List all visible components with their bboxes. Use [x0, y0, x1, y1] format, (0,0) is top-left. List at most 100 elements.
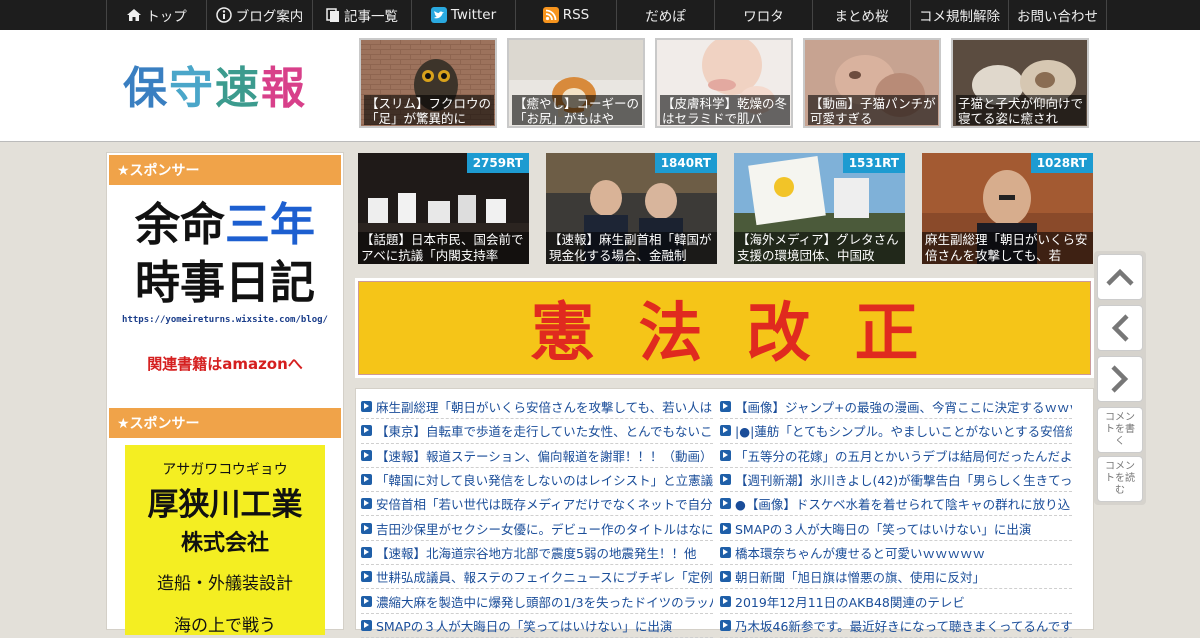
- news-list-item[interactable]: 「五等分の花嫁」の五月とかいうデブは結局何だったんだよｗ: [720, 444, 1072, 468]
- news-item-title: 世耕弘成議員、報ステのフェイクニュースにブチギレ「定例会: [376, 570, 713, 586]
- news-list-item[interactable]: 濃縮大麻を製造中に爆発し頭部の1/3を失ったドイツのラッパー: [361, 589, 713, 614]
- featured-article[interactable]: 【動画】子猫パンチが可愛すぎる: [803, 38, 941, 128]
- news-list-item[interactable]: 【東京】自転車で歩道を走行していた女性、とんでもないこと: [361, 419, 713, 444]
- rt-caption: 麻生副総理「朝日がいくら安倍さんを攻撃しても、若: [922, 232, 1093, 264]
- nav-item-label: Twitter: [450, 7, 497, 23]
- news-list-box: 麻生副総理「朝日がいくら安倍さんを攻撃しても、若い人はも 【東京】自転車で歩道を走…: [355, 388, 1094, 638]
- rss-icon: [542, 7, 559, 23]
- info-icon: [216, 7, 232, 23]
- top-navbar: トップ ブログ案内 記事一覧 Twitter RSS だめぽ ワロタ まとめ桜 …: [0, 0, 1200, 30]
- news-list-item[interactable]: 橋本環奈ちゃんが痩せると可愛いｗｗｗｗｗ: [720, 541, 1072, 566]
- news-list-item[interactable]: SMAPの３人が大晦日の「笑ってはいけない」に出演: [361, 614, 713, 638]
- nav-item-matome-sakura[interactable]: まとめ桜: [813, 0, 911, 30]
- news-list-item[interactable]: 【速報】北海道宗谷地方北部で震度5弱の地震発生！！他: [361, 541, 713, 566]
- sidebar: ★スポンサー 余命三年 時事日記 https://yomeireturns.wi…: [106, 152, 344, 635]
- featured-caption: 【皮膚科学】乾燥の冬はセラミドで肌バ: [660, 95, 790, 125]
- arrow-bullet-icon: [720, 546, 731, 558]
- news-list-item[interactable]: 乃木坂46新参です。最近好きになって聴きまくってるんですが: [720, 614, 1072, 638]
- sponsor-corp-type: 株式会社: [180, 531, 269, 556]
- rt-article-card[interactable]: 1531RT 【海外メディア】グレタさん支援の環境団体、中国政: [734, 153, 905, 264]
- nav-item-label: お問い合わせ: [1017, 9, 1098, 25]
- featured-caption: 【癒やし】コーギーの「お尻」がもはや: [512, 95, 642, 125]
- write-comment-label: コメントを書く: [1105, 412, 1135, 447]
- featured-article[interactable]: 子猫と子犬が仰向けで寝てる姿に癒され: [951, 38, 1089, 128]
- read-comment-button[interactable]: コメントを読む: [1097, 456, 1143, 502]
- nav-item-article-list[interactable]: 記事一覧: [313, 0, 412, 30]
- nav-item-label: RSS: [562, 7, 590, 23]
- rt-caption: 【速報】麻生副首相「韓国が現金化する場合、金融制: [546, 232, 717, 264]
- rt-article-card[interactable]: 1840RT 【速報】麻生副首相「韓国が現金化する場合、金融制: [546, 153, 717, 264]
- nav-item-label: トップ: [146, 9, 187, 25]
- home-icon: [126, 8, 142, 22]
- featured-article[interactable]: 【皮膚科学】乾燥の冬はセラミドで肌バ: [655, 38, 793, 128]
- nav-item-twitter[interactable]: Twitter: [412, 0, 516, 30]
- retweet-count-badge: 1840RT: [654, 153, 717, 173]
- arrow-bullet-icon: [361, 401, 372, 413]
- news-list-item[interactable]: |●|蓮舫「とてもシンプル。やましいことがないとする安倍総理: [720, 419, 1072, 444]
- nav-item-damepo[interactable]: だめぽ: [617, 0, 715, 30]
- nav-item-top[interactable]: トップ: [107, 0, 207, 30]
- sponsor-title-line2: 時事日記: [134, 256, 315, 309]
- constitution-banner[interactable]: 憲法改正: [355, 278, 1094, 378]
- nav-item-label: コメ規制解除: [919, 9, 1000, 25]
- news-item-title: 【速報】北海道宗谷地方北部で震度5弱の地震発生！！他: [376, 545, 697, 561]
- forward-button[interactable]: [1097, 356, 1143, 402]
- sponsor-description: 造船・外艤装設計: [157, 574, 293, 594]
- news-list-item[interactable]: 吉田沙保里がセクシー女優に。デビュー作のタイトルはなに？: [361, 516, 713, 541]
- news-list-item[interactable]: 安倍首相「若い世代は既存メディアだけでなくネットで自分で: [361, 492, 713, 517]
- news-list-item[interactable]: 【画像】ジャンプ+の最強の漫画、今宵ここに決定するｗｗｗｗ: [720, 395, 1072, 420]
- arrow-bullet-icon: [361, 522, 372, 534]
- sponsor-ad-asagawa[interactable]: アサガワコウギョウ 厚狭川工業 株式会社 造船・外艤装設計 海の上で戦う: [125, 445, 325, 635]
- featured-article[interactable]: 【癒やし】コーギーの「お尻」がもはや: [507, 38, 645, 128]
- chevron-up-icon: [1106, 268, 1134, 286]
- arrow-bullet-icon: [361, 498, 372, 510]
- arrow-bullet-icon: [720, 474, 731, 486]
- logo-char: 守: [169, 63, 215, 114]
- sponsor-header: ★スポンサー: [109, 408, 341, 438]
- nav-item-warota[interactable]: ワロタ: [715, 0, 813, 30]
- site-header: 保守速報 【スリム】フクロウの「足」が驚異的に 【癒やし】コーギーの「お尻」がも…: [0, 30, 1200, 142]
- back-button[interactable]: [1097, 305, 1143, 351]
- news-item-title: 【画像】ジャンプ+の最強の漫画、今宵ここに決定するｗｗｗｗ: [735, 400, 1072, 416]
- news-item-title: 安倍首相「若い世代は既存メディアだけでなくネットで自分で: [376, 497, 713, 513]
- news-list-item[interactable]: 【速報】報道ステーション、偏向報道を謝罪！！！（動画）: [361, 444, 713, 468]
- scroll-top-button[interactable]: [1097, 254, 1143, 300]
- news-item-title: 「五等分の花嫁」の五月とかいうデブは結局何だったんだよｗ: [735, 448, 1072, 464]
- retweet-count-badge: 2759RT: [466, 153, 529, 173]
- sponsor-amazon-link[interactable]: 関連書籍はamazonへ: [109, 353, 341, 374]
- nav-item-label: だめぽ: [645, 9, 686, 25]
- rt-article-card[interactable]: 2759RT 【話題】日本市民、国会前でアベに抗議「内閣支持率: [358, 153, 529, 264]
- news-list-item[interactable]: 【週刊新潮】氷川きよし(42)が衝撃告白「男らしく生きてって言: [720, 468, 1072, 493]
- nav-item-comment-unblock[interactable]: コメ規制解除: [911, 0, 1009, 30]
- news-item-title: 濃縮大麻を製造中に爆発し頭部の1/3を失ったドイツのラッパー: [376, 594, 713, 610]
- sponsor-header: ★スポンサー: [109, 155, 341, 185]
- sponsor-url: https://yomeireturns.wixsite.com/blog/: [122, 315, 328, 325]
- news-list-item[interactable]: 「韓国に対して良い発信をしないのはレイシスト」と立憲議員: [361, 468, 713, 493]
- news-item-title: 乃木坂46新参です。最近好きになって聴きまくってるんですが: [735, 618, 1072, 634]
- arrow-bullet-icon: [361, 546, 372, 558]
- arrow-bullet-icon: [720, 522, 731, 534]
- nav-menu: トップ ブログ案内 記事一覧 Twitter RSS だめぽ ワロタ まとめ桜 …: [106, 0, 1107, 30]
- news-list-right: 【画像】ジャンプ+の最強の漫画、今宵ここに決定するｗｗｗｗ |●|蓮舫「とてもシン…: [720, 395, 1072, 638]
- site-logo[interactable]: 保守速報: [123, 52, 307, 116]
- news-item-title: |●|蓮舫「とてもシンプル。やましいことがないとする安倍総理: [735, 424, 1072, 440]
- sponsor-ad-yomei[interactable]: 余命三年 時事日記 https://yomeireturns.wixsite.c…: [109, 187, 341, 387]
- nav-item-label: ブログ案内: [235, 9, 304, 25]
- news-item-title: 【速報】報道ステーション、偏向報道を謝罪！！！（動画）: [376, 448, 713, 464]
- news-list-item[interactable]: SMAPの３人が大晦日の「笑ってはいけない」に出演: [720, 516, 1072, 541]
- rt-article-card[interactable]: 1028RT 麻生副総理「朝日がいくら安倍さんを攻撃しても、若: [922, 153, 1093, 264]
- arrow-bullet-icon: [720, 571, 731, 583]
- nav-item-contact[interactable]: お問い合わせ: [1009, 0, 1107, 30]
- news-list-item[interactable]: 2019年12月11日のAKB48関連のテレビ: [720, 589, 1072, 614]
- write-comment-button[interactable]: コメントを書く: [1097, 407, 1143, 453]
- featured-article[interactable]: 【スリム】フクロウの「足」が驚異的に: [359, 38, 497, 128]
- news-list-item[interactable]: 朝日新聞「旭日旗は憎悪の旗、使用に反対」: [720, 565, 1072, 590]
- news-list-item[interactable]: 麻生副総理「朝日がいくら安倍さんを攻撃しても、若い人はも: [361, 395, 713, 420]
- news-list-left: 麻生副総理「朝日がいくら安倍さんを攻撃しても、若い人はも 【東京】自転車で歩道を走…: [361, 395, 713, 638]
- arrow-bullet-icon: [720, 595, 731, 607]
- nav-item-rss[interactable]: RSS: [516, 0, 617, 30]
- rt-caption: 【話題】日本市民、国会前でアベに抗議「内閣支持率: [358, 232, 529, 264]
- nav-item-blog-guide[interactable]: ブログ案内: [207, 0, 313, 30]
- news-list-item[interactable]: ●【画像】ドスケベ水着を着せられて陰キャの群れに放り込まれ: [720, 492, 1072, 517]
- news-list-item[interactable]: 世耕弘成議員、報ステのフェイクニュースにブチギレ「定例会: [361, 565, 713, 590]
